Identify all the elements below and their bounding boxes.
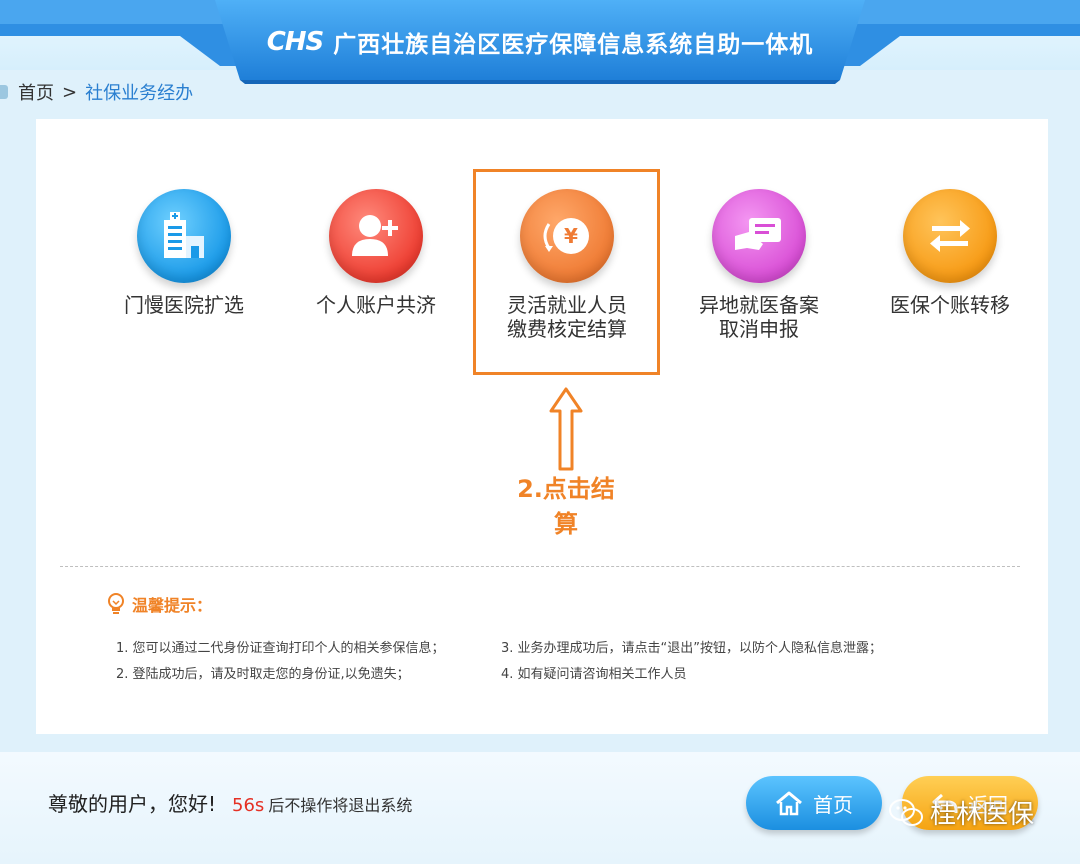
- service-personal-account-sharing[interactable]: 个人账户共济: [281, 189, 471, 317]
- breadcrumb-home[interactable]: 首页: [18, 79, 54, 105]
- service-account-transfer[interactable]: 医保个账转移: [855, 189, 1045, 317]
- home-button[interactable]: 首页: [746, 776, 882, 830]
- service-label: 门慢医院扩选: [124, 293, 244, 317]
- countdown-timer: 56s: [232, 795, 265, 816]
- add-user-icon: [329, 189, 423, 283]
- tip-item: 3. 业务办理成功后，请点击“退出”按钮，以防个人隐私信息泄露；: [501, 641, 883, 656]
- breadcrumb: 首页 > 社保业务经办: [0, 78, 193, 106]
- breadcrumb-current: 社保业务经办: [85, 83, 194, 104]
- timeout-hint: 后不操作将退出系统: [268, 796, 413, 815]
- watermark: 桂林医保: [888, 794, 1034, 831]
- greeting: 尊敬的用户，您好! 56s 后不操作将退出系统: [48, 788, 412, 817]
- service-label: 个人账户共济: [316, 293, 436, 317]
- tip-item: 1. 您可以通过二代身份证查询打印个人的相关参保信息；: [116, 641, 445, 656]
- transfer-arrows-icon: [903, 189, 997, 283]
- watermark-text: 桂林医保: [930, 800, 1035, 830]
- footer: 尊敬的用户，您好! 56s 后不操作将退出系统 首页 返回 桂林医保: [0, 752, 1080, 864]
- breadcrumb-marker: [0, 85, 8, 99]
- service-offsite-medical-cancellation[interactable]: 异地就医备案 取消申报: [664, 189, 854, 341]
- divider: [60, 566, 1020, 567]
- breadcrumb-separator: >: [62, 81, 78, 103]
- annotation-text: 2.点击结算: [517, 475, 615, 538]
- hand-card-icon: [712, 189, 806, 283]
- header-title: CHS 广西壮族自治区医疗保障信息系统自助一体机: [240, 22, 840, 62]
- service-label: 医保个账转移: [890, 293, 1010, 317]
- lightbulb-icon: [108, 593, 124, 614]
- wechat-icon: [889, 798, 923, 826]
- tips-heading: 温馨提示：: [106, 592, 212, 616]
- home-button-label: 首页: [813, 792, 853, 817]
- tip-item: 4. 如有疑问请咨询相关工作人员: [501, 667, 687, 682]
- tips-heading-text: 温馨提示：: [132, 596, 213, 615]
- top-bar: CHS 广西壮族自治区医疗保障信息系统自助一体机: [0, 0, 1080, 84]
- service-label: 异地就医备案 取消申报: [699, 293, 819, 341]
- hospital-icon: [137, 189, 231, 283]
- annotation-up-arrow-icon: [549, 387, 583, 471]
- service-grid: 门慢医院扩选 个人账户共济 ¥ 灵活就业人员 缴费核定结算 异地就医备案 取消申…: [36, 119, 1048, 439]
- home-icon: [776, 791, 802, 816]
- service-outpatient-hospital[interactable]: 门慢医院扩选: [89, 189, 279, 317]
- system-title: 广西壮族自治区医疗保障信息系统自助一体机: [333, 32, 814, 58]
- main-panel: 门慢医院扩选 个人账户共济 ¥ 灵活就业人员 缴费核定结算 异地就医备案 取消申…: [36, 119, 1048, 734]
- greeting-text: 尊敬的用户，您好!: [48, 792, 217, 816]
- annotation-highlight-box: [473, 169, 660, 375]
- tip-item: 2. 登陆成功后，请及时取走您的身份证,以免遗失；: [116, 667, 410, 682]
- chs-logo: CHS: [266, 27, 325, 57]
